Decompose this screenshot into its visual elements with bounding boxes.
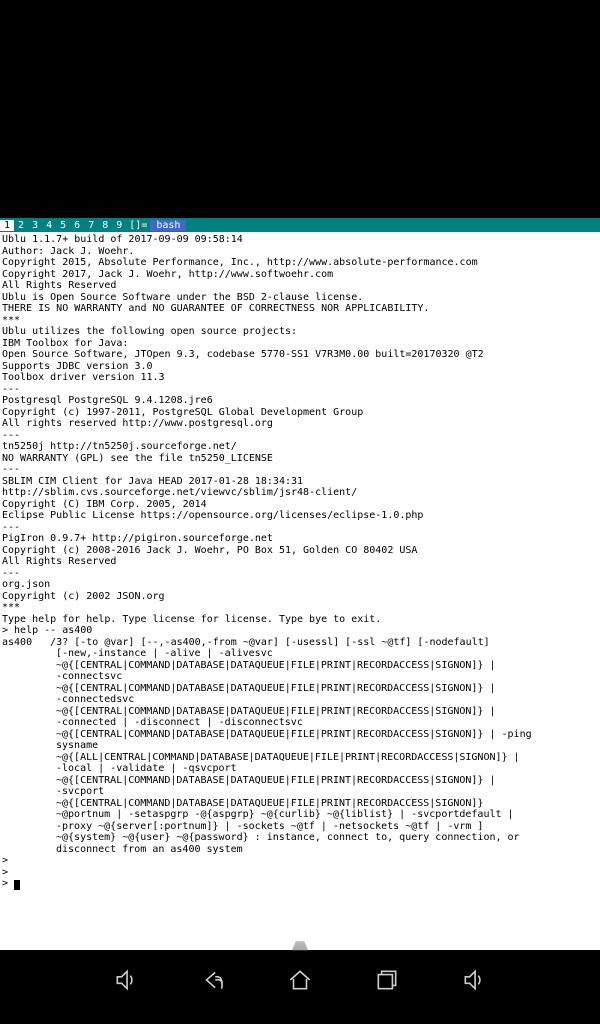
back-button[interactable] <box>197 964 229 996</box>
term-line: NO WARRANTY (GPL) see the file tn5250_LI… <box>2 453 273 464</box>
term-separator: --- <box>2 522 20 533</box>
tab-6[interactable]: 6 <box>70 220 84 231</box>
help-line: sysname <box>2 740 598 752</box>
tab-8[interactable]: 8 <box>98 220 112 231</box>
term-line: Copyright 2015, Absolute Performance, In… <box>2 257 478 268</box>
tab-label-bash: bash <box>150 220 186 231</box>
term-line: IBM Toolbox for Java: <box>2 338 128 349</box>
term-line: All Rights Reserved <box>2 280 116 291</box>
help-line: -svcport <box>2 786 598 798</box>
term-line: Open Source Software, JTOpen 9.3, codeba… <box>2 349 484 360</box>
tab-4[interactable]: 4 <box>42 220 56 231</box>
help-line: ~@{[CENTRAL|COMMAND|DATABASE|DATAQUEUE|F… <box>2 660 598 672</box>
term-line: SBLIM CIM Client for Java HEAD 2017-01-2… <box>2 476 303 487</box>
term-line: Copyright (c) 1997-2011, PostgreSQL Glob… <box>2 407 363 418</box>
help-line: -local | -validate | -qsvcport <box>2 763 598 775</box>
term-line: THERE IS NO WARRANTY and NO GUARANTEE OF… <box>2 303 429 314</box>
help-line: -connectedsvc <box>2 694 598 706</box>
tab-3[interactable]: 3 <box>28 220 42 231</box>
term-line: All rights reserved http://www.postgresq… <box>2 418 273 429</box>
help-line: ~@portnum | -setaspgrp -@{aspgrp} ~@{cur… <box>2 809 598 821</box>
term-separator: --- <box>2 384 20 395</box>
prompt-line: > <box>2 878 14 889</box>
tab-9[interactable]: 9 <box>112 220 126 231</box>
terminal-output[interactable]: Ublu 1.1.7+ build of 2017-09-09 09:58:14… <box>0 232 600 950</box>
term-line: tn5250j http://tn5250j.sourceforge.net/ <box>2 441 237 452</box>
home-button[interactable] <box>284 964 316 996</box>
term-separator: --- <box>2 464 20 475</box>
tab-7[interactable]: 7 <box>84 220 98 231</box>
term-line: PigIron 0.9.7+ http://pigiron.sourceforg… <box>2 533 273 544</box>
term-line: Postgresql PostgreSQL 9.4.1208.jre6 <box>2 395 213 406</box>
term-line: Ublu 1.1.7+ build of 2017-09-09 09:58:14 <box>2 234 243 245</box>
prompt-line: > <box>2 867 8 878</box>
term-line: Eclipse Public License https://opensourc… <box>2 510 423 521</box>
term-line: Copyright 2017, Jack J. Woehr, http://ww… <box>2 269 333 280</box>
tab-5[interactable]: 5 <box>56 220 70 231</box>
tab-2[interactable]: 2 <box>14 220 28 231</box>
top-black-area <box>0 0 600 218</box>
volume-icon-left[interactable] <box>110 964 142 996</box>
term-line: Ublu is Open Source Software under the B… <box>2 292 363 303</box>
help-line: -connected | -disconnect | -disconnectsv… <box>2 717 598 729</box>
navigation-bar <box>0 951 600 1009</box>
term-line: Author: Jack J. Woehr. <box>2 246 134 257</box>
term-line: Supports JDBC version 3.0 <box>2 361 153 372</box>
term-separator: --- <box>2 568 20 579</box>
help-line: -proxy ~@{server[:portnum]} | -sockets ~… <box>2 821 598 833</box>
term-line: Ublu utilizes the following open source … <box>2 326 297 337</box>
help-line: ~@{[ALL|CENTRAL|COMMAND|DATABASE|DATAQUE… <box>2 752 598 764</box>
term-line: Type help for help. Type license for lic… <box>2 614 381 625</box>
volume-icon-right[interactable] <box>458 964 490 996</box>
help-line: ~@{[CENTRAL|COMMAND|DATABASE|DATAQUEUE|F… <box>2 729 598 741</box>
tab-brackets: []= <box>126 220 150 231</box>
dock-handle[interactable] <box>275 931 325 951</box>
term-line: Toolbox driver version 11.3 <box>2 372 165 383</box>
help-line: ~@{[CENTRAL|COMMAND|DATABASE|DATAQUEUE|F… <box>2 706 598 718</box>
help-line: as400 /3? [-to @var] [--,-as400,-from ~@… <box>2 637 490 648</box>
term-line: All Rights Reserved <box>2 556 116 567</box>
cursor <box>14 880 20 890</box>
term-line: http://sblim.cvs.sourceforge.net/viewvc/… <box>2 487 357 498</box>
help-line: ~@{[CENTRAL|COMMAND|DATABASE|DATAQUEUE|F… <box>2 775 598 787</box>
help-line: ~@{system} ~@{user} ~@{password} : insta… <box>2 832 598 844</box>
tab-1[interactable]: 1 <box>0 220 14 231</box>
tab-bar: 1 2 3 4 5 6 7 8 9 []= bash <box>0 218 600 232</box>
prompt-line: > <box>2 855 8 866</box>
term-line: Copyright (c) 2008-2016 Jack J. Woehr, P… <box>2 545 417 556</box>
term-separator: --- <box>2 430 20 441</box>
help-line: [-new,-instance | -alive | -alivesvc <box>2 648 598 660</box>
term-separator: *** <box>2 315 20 326</box>
recent-apps-button[interactable] <box>371 964 403 996</box>
help-line: ~@{[CENTRAL|COMMAND|DATABASE|DATAQUEUE|F… <box>2 798 598 810</box>
help-line: ~@{[CENTRAL|COMMAND|DATABASE|DATAQUEUE|F… <box>2 683 598 695</box>
help-line: -connectsvc <box>2 671 598 683</box>
prompt-line: > help -- as400 <box>2 625 92 636</box>
term-line: org.json <box>2 579 50 590</box>
term-line: Copyright (C) IBM Corp. 2005, 2014 <box>2 499 207 510</box>
term-line: Copyright (c) 2002 JSON.org <box>2 591 165 602</box>
bottom-black-bar <box>0 1009 600 1024</box>
term-separator: *** <box>2 602 20 613</box>
help-line: disconnect from an as400 system <box>2 844 598 856</box>
